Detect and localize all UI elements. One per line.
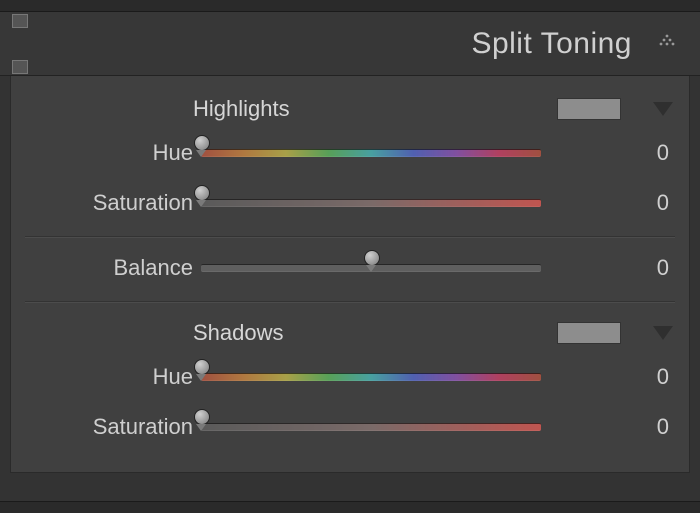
- highlights-saturation-label: Saturation: [25, 190, 201, 216]
- shadows-color-swatch[interactable]: [557, 322, 621, 344]
- split-toning-panel-body: Highlights Hue 0 Saturation 0 Balance 0 …: [10, 76, 690, 473]
- highlights-saturation-thumb[interactable]: [192, 185, 210, 205]
- shadows-saturation-row: Saturation 0: [25, 402, 675, 452]
- shadows-section-header: Shadows: [25, 308, 675, 352]
- panel-divider-top: [0, 0, 700, 12]
- panel-disclosure-icon[interactable]: [658, 34, 676, 53]
- balance-row: Balance 0: [25, 243, 675, 293]
- highlights-saturation-value[interactable]: 0: [605, 190, 675, 216]
- highlights-title: Highlights: [193, 96, 290, 122]
- highlights-hue-value[interactable]: 0: [605, 140, 675, 166]
- shadows-hue-value[interactable]: 0: [605, 364, 675, 390]
- shadows-saturation-label: Saturation: [25, 414, 201, 440]
- section-divider: [25, 301, 675, 302]
- section-divider: [25, 236, 675, 237]
- highlights-saturation-slider[interactable]: [201, 192, 605, 214]
- shadows-hue-slider[interactable]: [201, 366, 605, 388]
- balance-slider[interactable]: [201, 257, 605, 279]
- balance-thumb[interactable]: [362, 250, 380, 270]
- highlights-hue-slider[interactable]: [201, 142, 605, 164]
- split-toning-panel-header[interactable]: Split Toning: [0, 12, 700, 76]
- highlights-section-header: Highlights: [25, 84, 675, 128]
- panel-title: Split Toning: [471, 27, 632, 61]
- shadows-hue-thumb[interactable]: [192, 359, 210, 379]
- shadows-saturation-value[interactable]: 0: [605, 414, 675, 440]
- shadows-collapse-icon[interactable]: [653, 326, 673, 340]
- balance-value[interactable]: 0: [605, 255, 675, 281]
- panel-visibility-toggle-secondary[interactable]: [12, 60, 28, 74]
- balance-label: Balance: [25, 255, 201, 281]
- highlights-saturation-row: Saturation 0: [25, 178, 675, 228]
- shadows-saturation-thumb[interactable]: [192, 409, 210, 429]
- shadows-title: Shadows: [193, 320, 284, 346]
- highlights-color-swatch[interactable]: [557, 98, 621, 120]
- highlights-hue-row: Hue 0: [25, 128, 675, 178]
- panel-divider-bottom: [0, 501, 700, 513]
- shadows-saturation-slider[interactable]: [201, 416, 605, 438]
- shadows-hue-row: Hue 0: [25, 352, 675, 402]
- panel-visibility-toggle[interactable]: [12, 14, 28, 28]
- shadows-hue-label: Hue: [25, 364, 201, 390]
- highlights-collapse-icon[interactable]: [653, 102, 673, 116]
- highlights-hue-label: Hue: [25, 140, 201, 166]
- highlights-hue-thumb[interactable]: [192, 135, 210, 155]
